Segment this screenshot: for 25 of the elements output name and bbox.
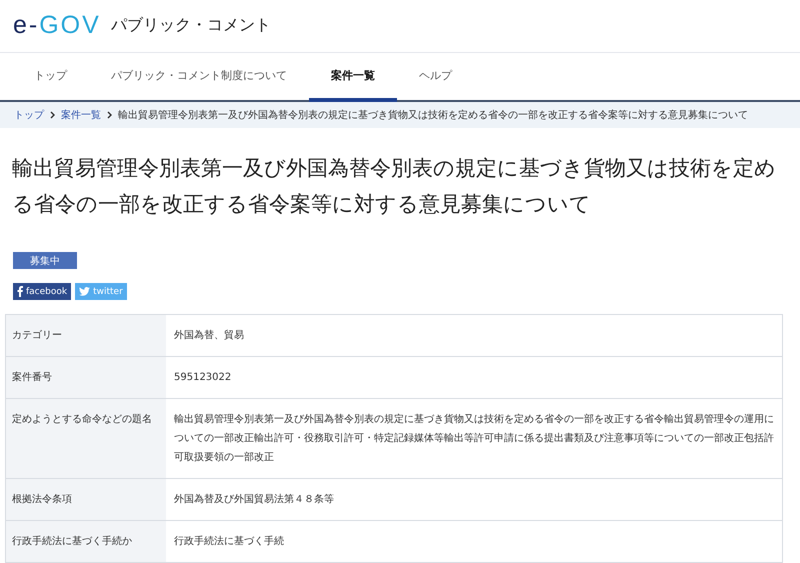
row-label: 行政手続法に基づく手続か bbox=[6, 521, 166, 562]
nav-tab[interactable]: トップ bbox=[12, 52, 89, 102]
row-value: 外国為替及び外国貿易法第４８条等 bbox=[173, 492, 335, 508]
row-label: カテゴリー bbox=[6, 315, 166, 356]
row-label: 根拠法令条項 bbox=[6, 479, 166, 520]
row-value: 595123022 bbox=[173, 371, 232, 386]
row-label: 案件番号 bbox=[6, 357, 166, 398]
chevron-icon bbox=[50, 111, 55, 120]
nav-tab[interactable]: ヘルプ bbox=[397, 52, 474, 102]
status-badge: 募集中 bbox=[13, 252, 77, 270]
page-title: 輸出貿易管理令別表第一及び外国為替令別表の規定に基づき貨物又は技術を定める省令の一部を改正する省令案等に対する意見募集について bbox=[12, 155, 777, 218]
chevron-icon bbox=[107, 111, 112, 120]
breadcrumb-current: 輸出貿易管理令別表第一及び外国為替令別表の規定に基づき貨物又は技術を定める省令の一部を改正する省令案等に対する意見募集について bbox=[118, 108, 748, 122]
nav-tab[interactable]: パブリック・コメント制度について bbox=[89, 52, 309, 102]
breadcrumb-link[interactable]: 案件一覧 bbox=[61, 108, 101, 122]
facebook-f-icon bbox=[17, 286, 23, 298]
bird-icon bbox=[79, 287, 90, 296]
breadcrumb-link[interactable]: トップ bbox=[14, 108, 44, 122]
row-value: 行政手続法に基づく手続 bbox=[173, 534, 285, 550]
site-logo[interactable]: e-GOV bbox=[13, 11, 101, 40]
share-button[interactable]: facebook bbox=[13, 283, 72, 300]
row-label: 定めようとする命令などの題名 bbox=[6, 399, 166, 478]
site-title: パブリック・コメント bbox=[110, 15, 271, 36]
row-value: 輸出貿易管理令別表第一及び外国為替令別表の規定に基づき貨物又は技術を定める省令の一部を改正する省令輸出貿易管理令の運用についての一部改正輸出許可・役務取引許可・特定記録媒体等輸出等許可申請に係る提出書類及び注意事項等についての一部改正包括許可取扱要領の一部改正 bbox=[173, 412, 775, 466]
row-value: 外国為替、貿易 bbox=[173, 328, 245, 344]
